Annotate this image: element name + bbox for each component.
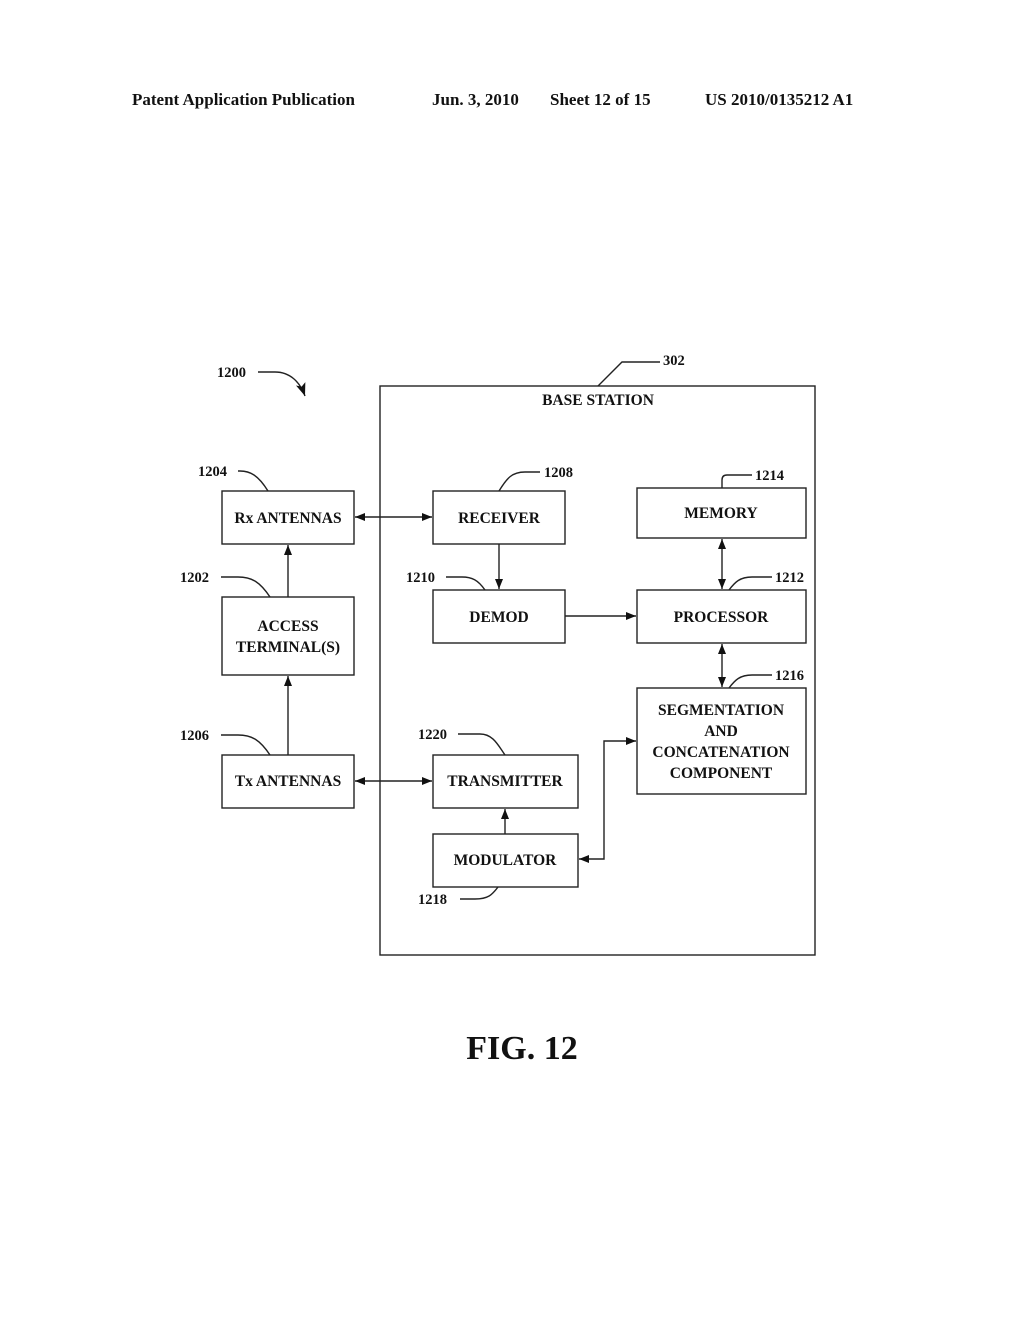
modulator-block: MODULATOR 1218 <box>418 833 579 908</box>
access-terminals-ref: 1202 <box>180 570 209 586</box>
receiver-label: RECEIVER <box>458 510 541 527</box>
receiver-ref: 1208 <box>544 465 573 481</box>
memory-leader-line <box>721 474 752 488</box>
demod-ref: 1210 <box>406 570 435 586</box>
rx-antennas-leader-line <box>238 470 269 492</box>
figure-caption: FIG. 12 <box>466 1030 578 1067</box>
access-terminals-line-1: ACCESS <box>257 618 318 635</box>
modulator-leader-line <box>460 886 499 900</box>
tx-antennas-ref: 1206 <box>180 728 209 744</box>
figure-ref-label: 1200 <box>217 365 246 381</box>
receiver-leader-line <box>498 471 540 492</box>
memory-label: MEMORY <box>684 505 758 522</box>
segmentation-line-1: SEGMENTATION <box>658 702 784 719</box>
processor-ref: 1212 <box>775 570 804 586</box>
receiver-block: RECEIVER 1208 <box>432 465 573 545</box>
rx-antennas-block: Rx ANTENNAS 1204 <box>198 464 355 545</box>
arrow-modulator-segmentation <box>579 737 636 863</box>
memory-block: MEMORY 1214 <box>636 468 807 539</box>
access-terminals-leader-line <box>221 576 271 598</box>
modulator-label: MODULATOR <box>454 852 558 869</box>
demod-leader-line <box>446 576 486 591</box>
segmentation-line-2: AND <box>704 723 738 740</box>
demod-block: DEMOD 1210 <box>406 570 566 644</box>
transmitter-ref: 1220 <box>418 727 447 743</box>
memory-ref: 1214 <box>755 468 784 484</box>
tx-antennas-label: Tx ANTENNAS <box>235 773 341 790</box>
figure-ref-arrow <box>258 371 306 397</box>
block-diagram: 1200 BASE STATION 302 Rx ANTENNAS 1204 A… <box>180 353 816 956</box>
demod-label: DEMOD <box>469 609 528 626</box>
transmitter-label: TRANSMITTER <box>447 773 563 790</box>
segmentation-ref: 1216 <box>775 668 804 684</box>
access-terminals-line-2: TERMINAL(S) <box>236 639 340 656</box>
access-terminals-block: ACCESS TERMINAL(S) 1202 <box>180 570 355 676</box>
tx-antennas-leader-line <box>221 734 271 756</box>
base-station-label: BASE STATION <box>542 392 654 409</box>
segmentation-line-3: CONCATENATION <box>652 744 789 761</box>
processor-label: PROCESSOR <box>674 609 770 626</box>
segmentation-line-4: COMPONENT <box>670 765 773 782</box>
processor-leader-line <box>728 576 772 591</box>
base-station-leader-line <box>597 361 660 387</box>
transmitter-leader-line <box>458 733 506 756</box>
figure-ref-1200: 1200 <box>217 365 306 397</box>
base-station-ref: 302 <box>663 353 685 369</box>
transmitter-block: TRANSMITTER 1220 <box>418 727 579 809</box>
tx-antennas-block: Tx ANTENNAS 1206 <box>180 728 355 809</box>
segmentation-leader-line <box>728 674 772 689</box>
rx-antennas-label: Rx ANTENNAS <box>234 510 341 527</box>
rx-antennas-ref: 1204 <box>198 464 227 480</box>
modulator-ref: 1218 <box>418 892 447 908</box>
